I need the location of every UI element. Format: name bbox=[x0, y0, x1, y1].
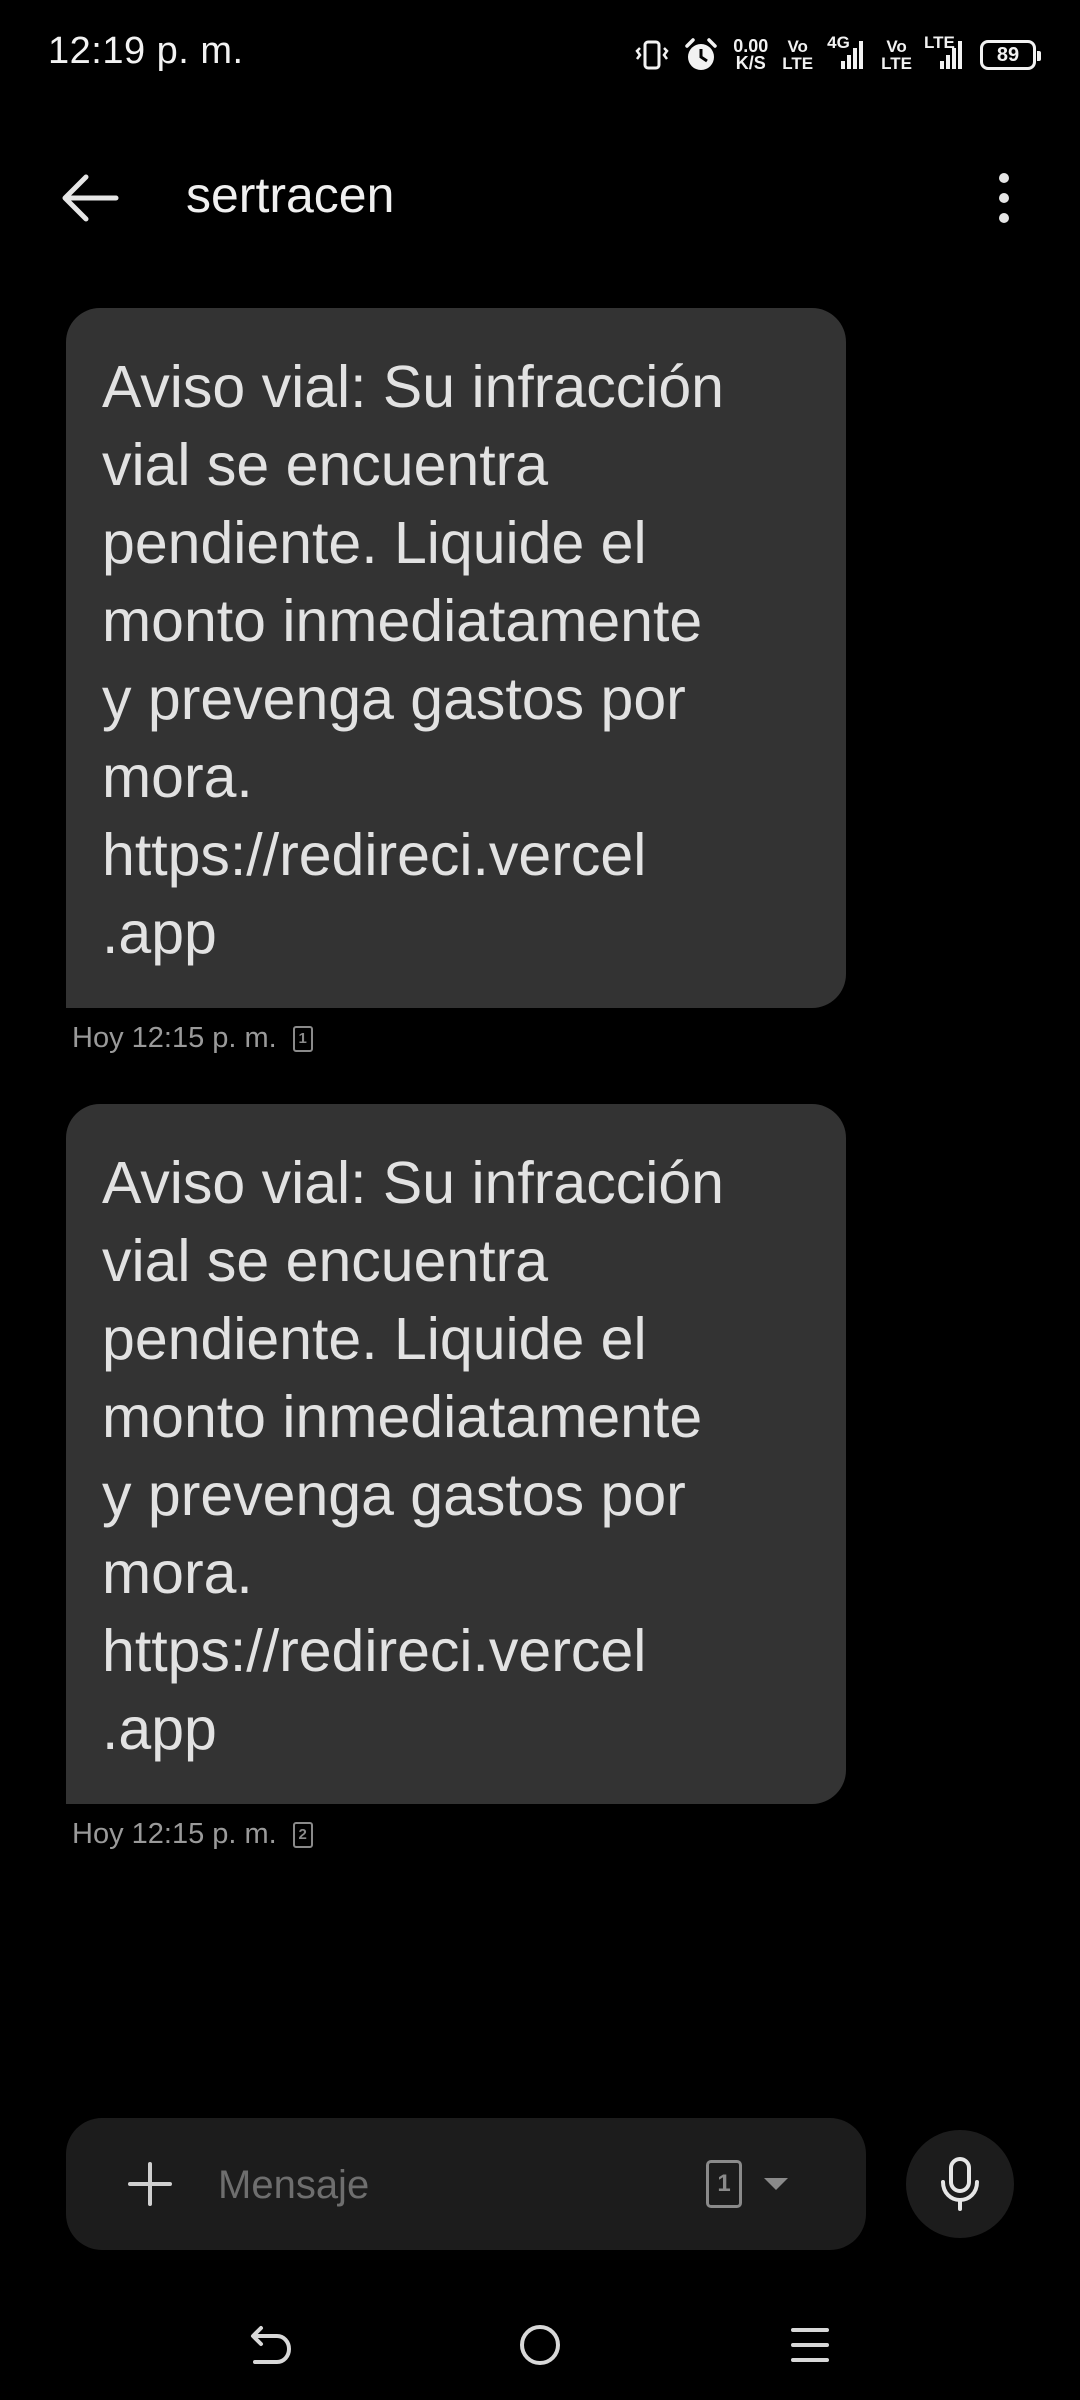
back-nav-icon bbox=[251, 2326, 292, 2364]
nav-home-button[interactable] bbox=[495, 2300, 585, 2390]
sim-icon: 2 bbox=[292, 1821, 313, 1848]
message-meta: Hoy 12:15 p. m. 1 bbox=[72, 1022, 846, 1055]
signal-icon-2: LTE bbox=[924, 33, 966, 73]
microphone-icon bbox=[941, 2157, 979, 2211]
volte-indicator-1: Vo LTE bbox=[782, 38, 813, 72]
voice-input-button[interactable] bbox=[906, 2130, 1014, 2238]
status-time: 12:19 p. m. bbox=[48, 30, 244, 72]
add-attachment-button[interactable] bbox=[110, 2144, 190, 2224]
volte2-top: Vo bbox=[886, 37, 907, 56]
message-meta: Hoy 12:15 p. m. 2 bbox=[72, 1818, 846, 1851]
chevron-down-icon bbox=[764, 2178, 788, 2190]
message-timestamp: Hoy 12:15 p. m. bbox=[72, 1022, 277, 1054]
message-text[interactable]: Aviso vial: Su infracción vial se encuen… bbox=[102, 1144, 810, 1768]
back-button[interactable] bbox=[50, 158, 130, 238]
home-nav-icon bbox=[520, 2325, 560, 2365]
lte-label: LTE bbox=[924, 33, 955, 52]
speed-unit: K/S bbox=[735, 53, 766, 73]
status-bar: 12:19 p. m. 0.00 K/S Vo LTE 4G Vo LTE LT… bbox=[0, 0, 1080, 110]
network-label: 4G bbox=[827, 33, 850, 52]
message-bubble[interactable]: Aviso vial: Su infracción vial se encuen… bbox=[66, 308, 846, 1008]
message-text[interactable]: Aviso vial: Su infracción vial se encuen… bbox=[102, 348, 810, 972]
navigation-bar bbox=[0, 2280, 1080, 2400]
more-options-button[interactable] bbox=[964, 158, 1044, 238]
message-input[interactable] bbox=[216, 2144, 740, 2226]
more-vert-icon bbox=[999, 173, 1009, 223]
vibrate-icon bbox=[635, 38, 669, 72]
message-item[interactable]: Aviso vial: Su infracción vial se encuen… bbox=[66, 308, 846, 1055]
recents-menu-icon bbox=[791, 2328, 829, 2362]
message-timestamp: Hoy 12:15 p. m. bbox=[72, 1818, 277, 1850]
app-bar: sertracen bbox=[0, 130, 1080, 260]
sim-icon: 1 bbox=[292, 1025, 313, 1052]
sim-card-icon: 1 bbox=[706, 2160, 742, 2208]
message-item[interactable]: Aviso vial: Su infracción vial se encuen… bbox=[66, 1104, 846, 1851]
volte1-top: Vo bbox=[787, 37, 808, 56]
conversation-screen: 12:19 p. m. 0.00 K/S Vo LTE 4G Vo LTE LT… bbox=[0, 0, 1080, 2400]
sim-selector[interactable]: 1 bbox=[706, 2144, 826, 2224]
volte2-bottom: LTE bbox=[881, 54, 912, 73]
contact-name[interactable]: sertracen bbox=[186, 166, 394, 224]
message-bubble[interactable]: Aviso vial: Su infracción vial se encuen… bbox=[66, 1104, 846, 1804]
signal-icon: 4G bbox=[827, 33, 867, 73]
plus-icon bbox=[128, 2162, 172, 2206]
nav-back-button[interactable] bbox=[225, 2300, 315, 2390]
volte1-bottom: LTE bbox=[782, 54, 814, 73]
alarm-icon bbox=[683, 37, 719, 73]
volte-indicator-2: Vo LTE bbox=[881, 38, 912, 72]
battery-level: 89 bbox=[996, 44, 1020, 66]
nav-recents-button[interactable] bbox=[765, 2300, 855, 2390]
battery-icon: 89 bbox=[980, 40, 1041, 70]
compose-bar: 1 bbox=[66, 2118, 866, 2250]
arrow-left-icon bbox=[62, 174, 119, 222]
network-speed: 0.00 K/S bbox=[733, 37, 768, 73]
status-icons: 0.00 K/S Vo LTE 4G Vo LTE LTE 89 bbox=[635, 28, 1041, 82]
